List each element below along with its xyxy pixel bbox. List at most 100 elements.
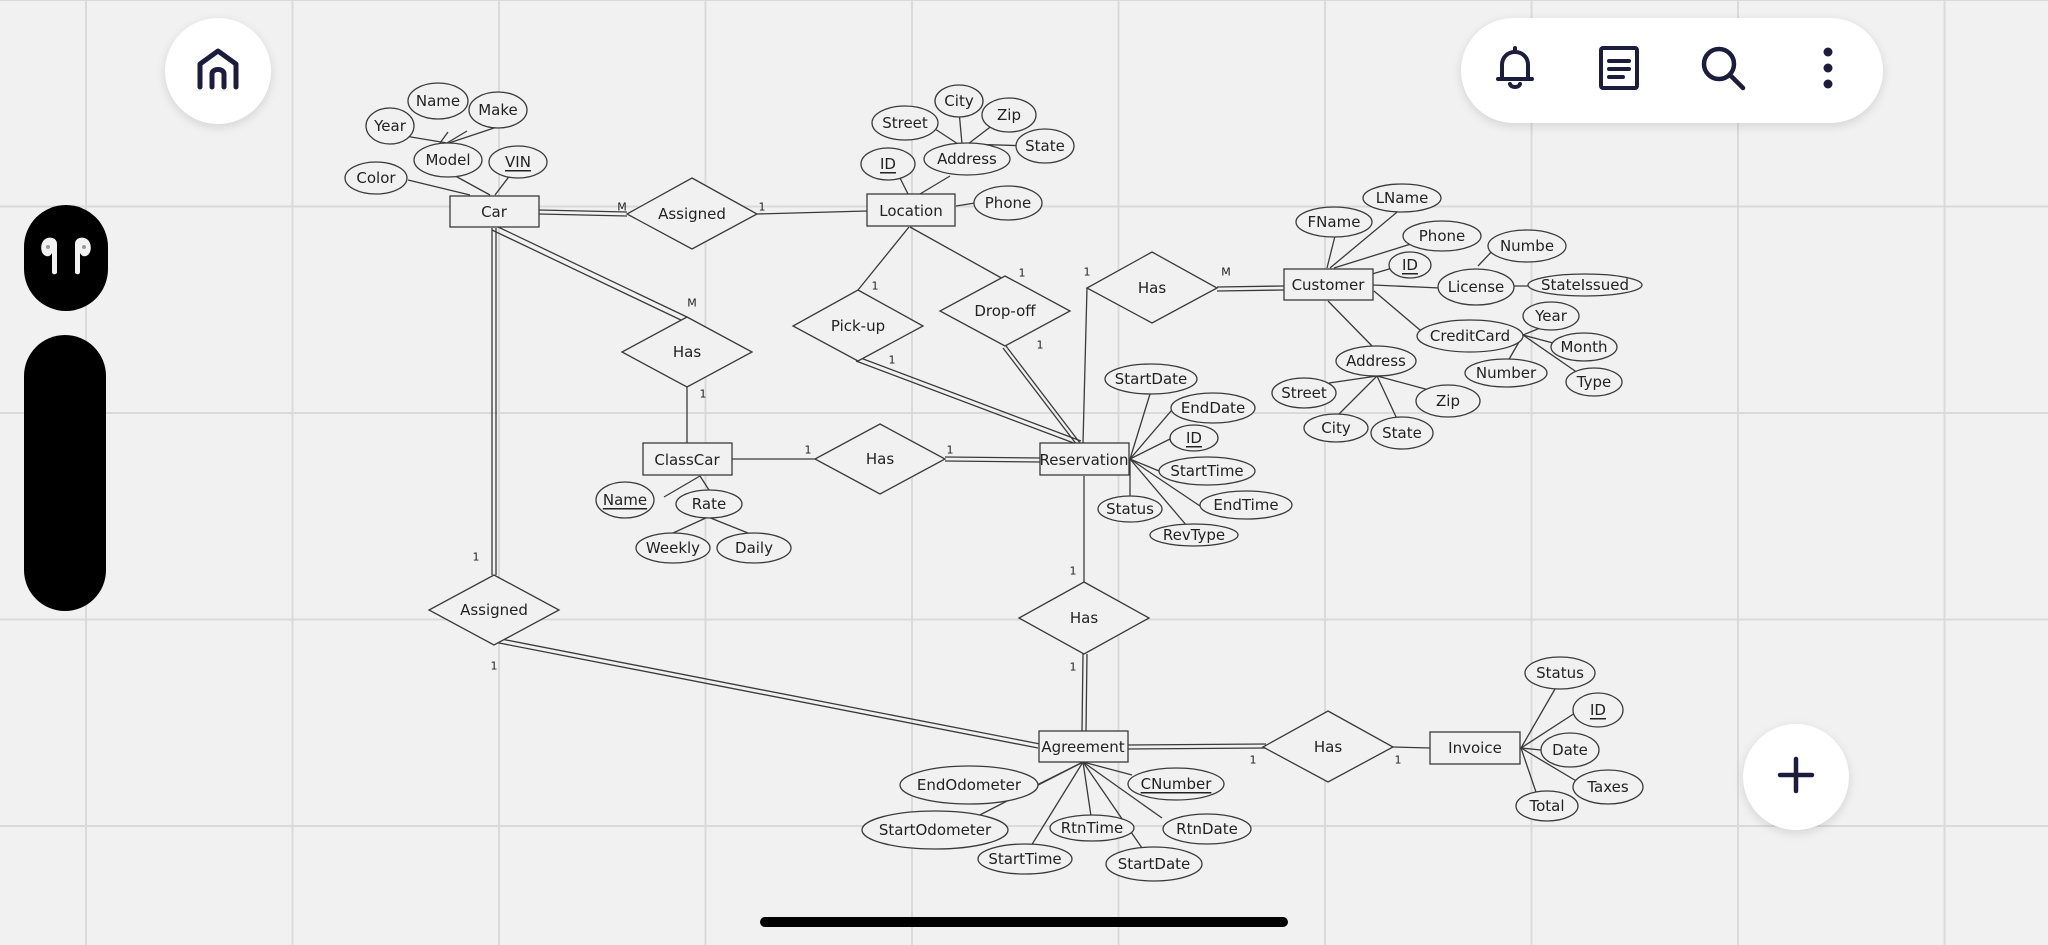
- cardinality-label: 1: [1070, 661, 1077, 674]
- attr-label: City: [1321, 419, 1351, 437]
- attr-label: Address: [1346, 352, 1406, 370]
- cardinality-label: 1: [1070, 565, 1077, 578]
- home-icon: [195, 46, 241, 96]
- attr-label: Number: [1476, 364, 1537, 382]
- attr-label: EndDate: [1181, 399, 1245, 417]
- attr-label: Zip: [1436, 392, 1460, 410]
- cardinality-label: 1: [491, 660, 498, 673]
- top-toolbar: [1461, 18, 1883, 123]
- attr-label: Status: [1106, 500, 1154, 518]
- attr-label: Taxes: [1586, 778, 1629, 796]
- attr-label: FName: [1308, 213, 1361, 231]
- more-button[interactable]: [1798, 40, 1858, 100]
- attr-label: CreditCard: [1430, 327, 1510, 345]
- cardinality-label: 1: [947, 444, 954, 457]
- side-panel-pill[interactable]: [24, 335, 106, 611]
- attr-label: StartTime: [988, 850, 1061, 868]
- attr-label: CNumber: [1141, 775, 1213, 793]
- attr-label: StartDate: [1118, 855, 1191, 873]
- attr-label: Phone: [1419, 227, 1465, 245]
- notifications-button[interactable]: [1485, 40, 1545, 100]
- relationship-label: Drop-off: [974, 302, 1036, 320]
- search-icon: [1700, 45, 1746, 95]
- attr-label: ID: [1402, 256, 1418, 274]
- bell-icon: [1492, 45, 1538, 95]
- attr-label: Total: [1528, 797, 1564, 815]
- relationship-label: Has: [1314, 738, 1342, 756]
- attr-label: Status: [1536, 664, 1584, 682]
- cardinality-label: 1: [473, 551, 480, 564]
- airpods-icon: [38, 234, 94, 282]
- attr-label: Street: [1281, 384, 1327, 402]
- attr-label: StartTime: [1170, 462, 1243, 480]
- attr-label: Street: [882, 114, 928, 132]
- attr-label: LName: [1376, 189, 1429, 207]
- attr-label: Model: [425, 151, 470, 169]
- attr-label: Phone: [985, 194, 1031, 212]
- add-button[interactable]: [1743, 724, 1849, 830]
- relationship-label: Assigned: [658, 205, 726, 223]
- cardinality-label: M: [1221, 266, 1231, 279]
- cardinality-label: 1: [805, 444, 812, 457]
- entity-label: Car: [481, 203, 508, 221]
- document-icon: [1596, 45, 1642, 95]
- relationship-label: Has: [673, 343, 701, 361]
- relationship-label: Pick-up: [831, 317, 885, 335]
- attr-label: Year: [1534, 307, 1568, 325]
- attr-label: StateIssued: [1541, 276, 1629, 294]
- cardinality-label: 1: [1250, 754, 1257, 767]
- relationship-label: Assigned: [460, 601, 528, 619]
- attr-label: ID: [1186, 429, 1202, 447]
- attr-label: Date: [1552, 741, 1588, 759]
- more-vertical-icon: [1805, 45, 1851, 95]
- attr-label: Color: [356, 169, 396, 187]
- attr-label: RtnTime: [1061, 819, 1124, 837]
- attr-label: Type: [1576, 373, 1611, 391]
- plus-icon: [1776, 755, 1816, 799]
- attr-label: Name: [603, 491, 647, 509]
- attr-label: State: [1382, 424, 1422, 442]
- attr-label: Zip: [997, 106, 1021, 124]
- relationship-label: Has: [866, 450, 894, 468]
- attr-label: StartOdometer: [879, 821, 992, 839]
- attr-label: Weekly: [646, 539, 700, 557]
- attr-label: License: [1448, 278, 1505, 296]
- attr-label: Name: [416, 92, 460, 110]
- attr-label: Year: [373, 117, 407, 135]
- entity-label: Reservation: [1040, 451, 1129, 469]
- relationship-label: Has: [1138, 279, 1166, 297]
- airpods-status-pill[interactable]: [24, 205, 108, 311]
- cardinality-label: 1: [1395, 754, 1402, 767]
- attr-label: State: [1025, 137, 1065, 155]
- home-button[interactable]: [165, 18, 271, 124]
- cardinality-label: 1: [872, 280, 879, 293]
- attr-label: StartDate: [1115, 370, 1188, 388]
- notes-button[interactable]: [1589, 40, 1649, 100]
- search-button[interactable]: [1693, 40, 1753, 100]
- attr-label: VIN: [505, 153, 531, 171]
- attr-label: EndOdometer: [917, 776, 1022, 794]
- attr-label: ID: [880, 155, 896, 173]
- cardinality-label: 1: [1084, 266, 1091, 279]
- cardinality-label: M: [617, 201, 627, 214]
- attr-label: Address: [937, 150, 997, 168]
- cardinality-label: 1: [1037, 339, 1044, 352]
- attr-label: ID: [1590, 701, 1606, 719]
- attr-label: Numbe: [1500, 237, 1554, 255]
- entity-label: Location: [879, 202, 942, 220]
- cardinality-label: 1: [759, 201, 766, 214]
- entity-label: ClassCar: [654, 451, 720, 469]
- entity-label: Customer: [1292, 276, 1366, 294]
- attr-label: RevType: [1163, 526, 1225, 544]
- entity-label: Invoice: [1448, 739, 1502, 757]
- attr-label: Make: [478, 101, 518, 119]
- attr-label: City: [944, 92, 974, 110]
- attr-label: RtnDate: [1176, 820, 1238, 838]
- entity-label: Agreement: [1041, 738, 1124, 756]
- attr-label: Daily: [735, 539, 773, 557]
- home-indicator[interactable]: [760, 917, 1288, 927]
- attr-label: Month: [1560, 338, 1607, 356]
- cardinality-label: 1: [889, 354, 896, 367]
- cardinality-label: 1: [700, 388, 707, 401]
- relationship-label: Has: [1070, 609, 1098, 627]
